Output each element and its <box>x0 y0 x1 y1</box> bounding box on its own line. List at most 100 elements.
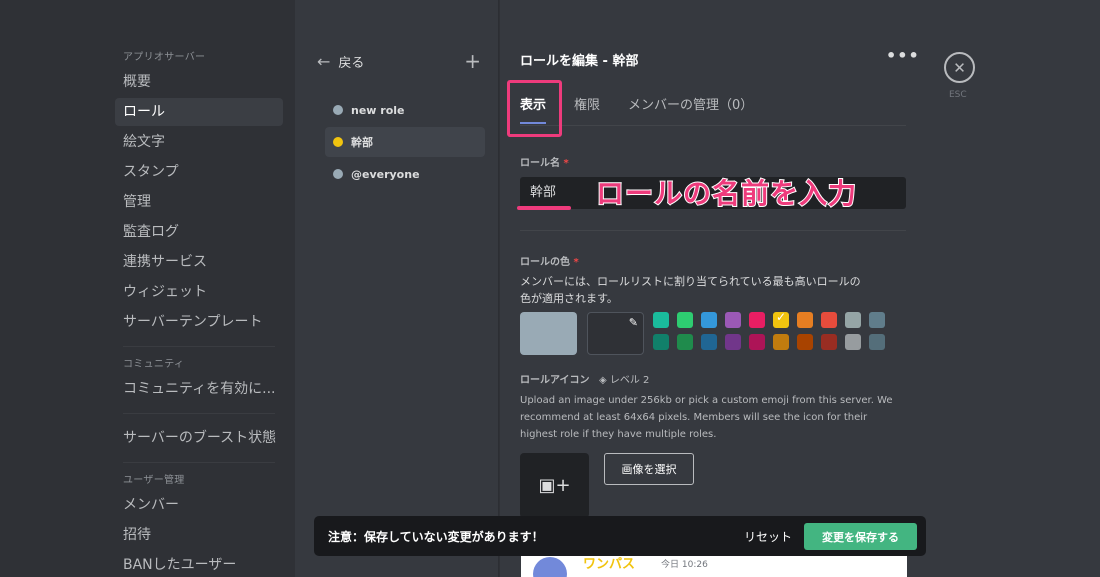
sidebar-item-members[interactable]: メンバー <box>115 491 283 519</box>
back-button[interactable]: 戻る <box>338 52 364 71</box>
required-marker: * <box>563 158 569 169</box>
level-badge-text: レベル 2 <box>609 375 650 386</box>
role-color-desc-line: 色が適用されます。 <box>520 292 618 305</box>
color-swatch[interactable] <box>869 312 885 328</box>
ellipsis-icon[interactable]: ••• <box>886 46 920 65</box>
preview-timestamp: 今日 10:26 <box>661 560 708 570</box>
required-marker: * <box>573 257 579 268</box>
role-color-label-text: ロールの色 <box>520 257 570 268</box>
settings-sidebar: アプリオサーバー 概要 ロール 絵文字 スタンプ 管理 監査ログ 連携サービス … <box>0 0 295 577</box>
highlight-annotation-box <box>507 80 562 137</box>
role-color-label: ロールの色 * <box>520 253 579 268</box>
sidebar-item-stickers[interactable]: スタンプ <box>115 158 283 186</box>
highlight-underline <box>517 206 571 210</box>
color-swatch[interactable] <box>797 312 813 328</box>
editor-tabs: 表示 権限 メンバーの管理（0） <box>520 86 906 126</box>
sidebar-section-header: ユーザー管理 <box>123 475 185 486</box>
role-color-dot <box>333 137 343 147</box>
color-swatch[interactable] <box>749 312 765 328</box>
role-color-desc-line: メンバーには、ロールリストに割り当てられている最も高いロールの <box>520 275 861 288</box>
color-swatch[interactable] <box>821 312 837 328</box>
sidebar-item-roles[interactable]: ロール <box>115 98 283 126</box>
role-item-everyone[interactable]: @everyone <box>325 159 485 189</box>
role-item-label: 幹部 <box>351 136 373 149</box>
sidebar-item-emoji[interactable]: 絵文字 <box>115 128 283 156</box>
role-item-label: new role <box>351 103 405 117</box>
role-icon-upload[interactable]: ▣+ <box>520 453 589 518</box>
color-swatch-grid: ✓ <box>653 310 885 350</box>
color-swatch[interactable] <box>725 312 741 328</box>
color-swatch[interactable] <box>653 334 669 350</box>
sidebar-section-header: アプリオサーバー <box>123 52 206 63</box>
role-editor: ロールを編集 - 幹部 ••• ✕ ESC 表示 権限 メンバーの管理（0） ロ… <box>500 0 1100 577</box>
role-list-header: ← 戻る + <box>317 50 481 72</box>
reset-button[interactable]: リセット <box>744 528 792 545</box>
custom-color-swatch[interactable]: ✎ <box>587 312 644 355</box>
color-swatch[interactable] <box>797 334 813 350</box>
sidebar-item-overview[interactable]: 概要 <box>115 68 283 96</box>
role-list-panel: ← 戻る + new role 幹部 @everyone <box>295 0 499 577</box>
color-swatch[interactable] <box>725 334 741 350</box>
close-icon[interactable]: ✕ <box>944 52 975 83</box>
color-swatch[interactable] <box>773 334 789 350</box>
sidebar-item-enable-community[interactable]: コミュニティを有効に... <box>115 375 283 403</box>
color-swatch[interactable] <box>821 334 837 350</box>
plus-icon[interactable]: + <box>464 51 481 71</box>
checkmark-icon: ✓ <box>776 310 787 324</box>
back-arrow-icon[interactable]: ← <box>317 52 330 71</box>
avatar <box>533 557 567 577</box>
role-icon-label-text: ロールアイコン <box>520 375 590 386</box>
color-swatch[interactable] <box>653 312 669 328</box>
color-swatch[interactable] <box>869 334 885 350</box>
tab-permissions[interactable]: 権限 <box>574 86 600 125</box>
sidebar-divider <box>123 413 275 414</box>
sidebar-divider <box>123 346 275 347</box>
sidebar-item-integrations[interactable]: 連携サービス <box>115 248 283 276</box>
default-color-swatch[interactable] <box>520 312 577 355</box>
sidebar-divider <box>123 462 275 463</box>
role-name-label-text: ロール名 <box>520 158 560 169</box>
tab-manage-members[interactable]: メンバーの管理（0） <box>628 86 753 125</box>
role-item-label: @everyone <box>351 167 420 181</box>
role-color-dot <box>333 169 343 179</box>
role-color-dot <box>333 105 343 115</box>
sidebar-item-server-boost[interactable]: サーバーのブースト状態 <box>115 424 283 452</box>
esc-label: ESC <box>949 90 967 100</box>
sidebar-item-moderation[interactable]: 管理 <box>115 188 283 216</box>
level-badge: ◈ レベル 2 <box>598 375 650 386</box>
role-icon-desc-line: recommend at least 64x64 pixels. Members… <box>520 412 868 423</box>
annotation-text: ロールの名前を入力 <box>595 176 858 211</box>
unsaved-changes-bar: 注意：保存していない変更があります！ リセット 変更を保存する <box>314 516 926 556</box>
sidebar-item-bans[interactable]: BANしたユーザー <box>115 551 283 577</box>
save-changes-button[interactable]: 変更を保存する <box>804 523 917 550</box>
color-swatch[interactable] <box>701 334 717 350</box>
sidebar-item-widget[interactable]: ウィジェット <box>115 278 283 306</box>
choose-image-button[interactable]: 画像を選択 <box>604 453 694 485</box>
role-icon-desc-line: Upload an image under 256kb or pick a cu… <box>520 395 893 406</box>
role-icon-label: ロールアイコン ◈ レベル 2 <box>520 371 649 386</box>
color-swatch[interactable] <box>677 334 693 350</box>
role-item-kanbu[interactable]: 幹部 <box>325 127 485 157</box>
color-swatch[interactable] <box>677 312 693 328</box>
sidebar-section-header: コミュニティ <box>123 359 185 370</box>
color-swatch[interactable] <box>845 334 861 350</box>
color-swatch-selected[interactable]: ✓ <box>773 310 789 328</box>
role-icon-description: Upload an image under 256kb or pick a cu… <box>520 392 893 443</box>
page-title: ロールを編集 - 幹部 <box>520 54 639 69</box>
sidebar-item-audit-log[interactable]: 監査ログ <box>115 218 283 246</box>
section-divider <box>520 230 906 231</box>
color-swatch[interactable] <box>701 312 717 328</box>
settings-nav: アプリオサーバー 概要 ロール 絵文字 スタンプ 管理 監査ログ 連携サービス … <box>115 50 283 577</box>
sidebar-item-invites[interactable]: 招待 <box>115 521 283 549</box>
color-swatch[interactable] <box>845 312 861 328</box>
unsaved-notice-text: 注意：保存していない変更があります！ <box>328 529 544 544</box>
color-swatch[interactable] <box>749 334 765 350</box>
role-name-label: ロール名 * <box>520 154 569 169</box>
role-item-new-role[interactable]: new role <box>325 95 485 125</box>
role-list: new role 幹部 @everyone <box>325 95 485 191</box>
sidebar-item-server-template[interactable]: サーバーテンプレート <box>115 308 283 336</box>
eyedropper-icon: ✎ <box>628 316 638 329</box>
role-icon-desc-line: highest role if they have multiple roles… <box>520 429 717 440</box>
role-color-description: メンバーには、ロールリストに割り当てられている最も高いロールの 色が適用されます… <box>520 273 861 307</box>
image-plus-icon: ▣+ <box>538 475 571 496</box>
